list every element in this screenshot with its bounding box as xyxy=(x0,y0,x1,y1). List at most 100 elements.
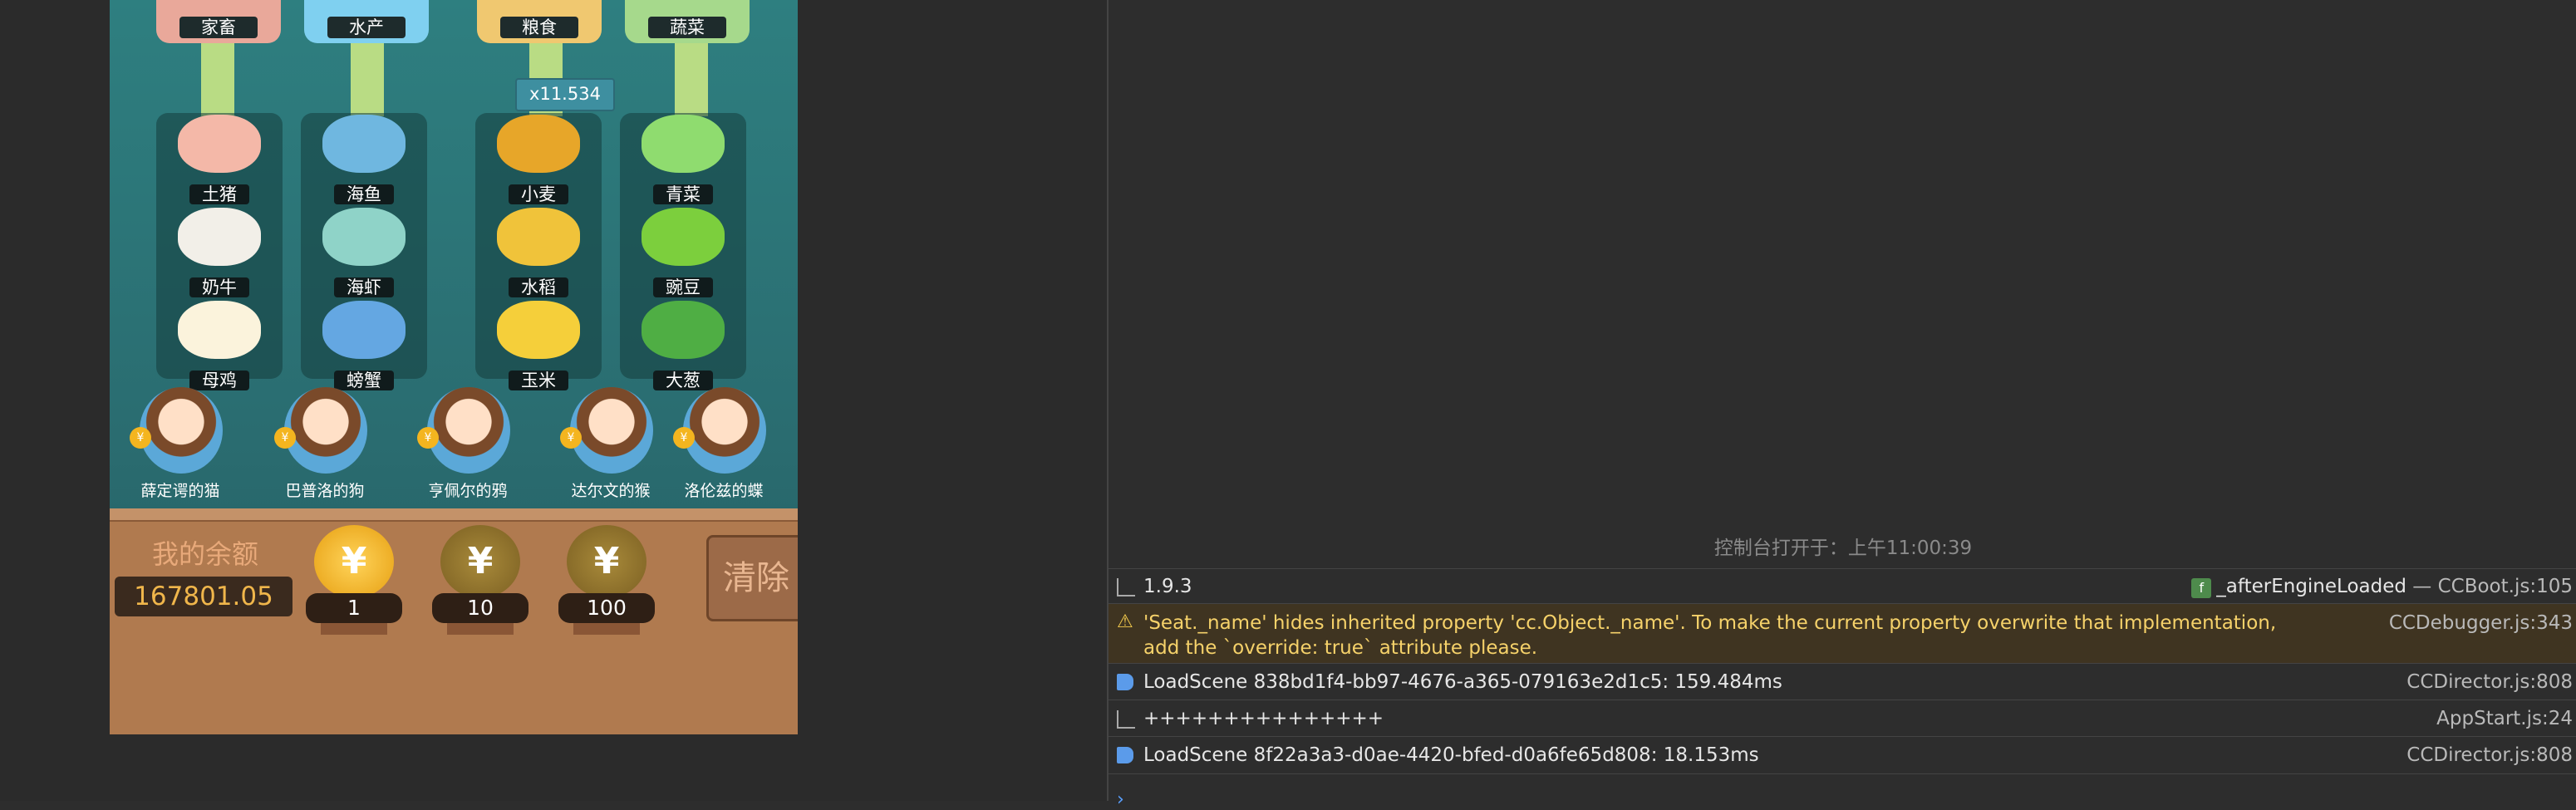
clear-button[interactable]: 清除 xyxy=(706,535,798,621)
info-icon xyxy=(1117,747,1133,763)
rice-icon xyxy=(497,208,580,266)
coin-icon: ¥ xyxy=(417,427,439,449)
pea-icon xyxy=(642,208,725,266)
shrimp-icon xyxy=(322,208,406,266)
chip-value: 1 xyxy=(306,593,402,623)
column-vegetable: 青菜 豌豆 大葱 xyxy=(620,113,746,390)
chip-base xyxy=(321,623,387,635)
yen-coin-icon: ¥ xyxy=(440,525,520,598)
source-link[interactable]: AppStart.js:24 xyxy=(2436,700,2573,737)
console-opened-time: 控制台打开于：上午11:00:39 xyxy=(1713,538,1973,559)
agent-name: 洛伦兹的蝶 xyxy=(684,482,764,500)
agent-2[interactable]: ¥ 巴普洛的狗 xyxy=(254,384,396,507)
console-row[interactable]: 1.9.3 f _afterEngineLoaded — CCBoot.js:10… xyxy=(1109,568,2576,604)
yen-coin-icon: ¥ xyxy=(567,525,646,598)
gap-area xyxy=(798,0,1107,801)
avatar xyxy=(284,387,367,474)
agent-name: 巴普洛的狗 xyxy=(285,482,365,500)
avatar xyxy=(570,387,653,474)
column-aquatic: 海鱼 海虾 螃蟹 xyxy=(301,113,427,390)
avatar xyxy=(683,387,766,474)
category-vegetable[interactable]: 蔬菜 xyxy=(625,0,750,43)
console-row[interactable]: LoadScene 8f22a3a3-d0ae-4420-bfed-d0a6fe… xyxy=(1109,736,2576,774)
source-link[interactable]: — CCBoot.js:105 xyxy=(2412,576,2573,597)
category-label: 蔬菜 xyxy=(648,17,726,38)
source-link[interactable]: CCDirector.js:808 xyxy=(2406,664,2573,700)
category-label: 水产 xyxy=(327,17,406,38)
chip-10[interactable]: ¥ 10 xyxy=(432,525,532,635)
console-message: 'Seat._name' hides inherited property 'c… xyxy=(1143,612,2277,659)
game-canvas[interactable]: 家畜 水产 粮食 蔬菜 x11.534 土猪 奶牛 母鸡 海鱼 海虾 螃蟹 小麦… xyxy=(110,0,798,734)
chip-value: 100 xyxy=(558,593,655,623)
scallion-icon xyxy=(642,301,725,359)
console-message: LoadScene 838bd1f4-bb97-4676-a365-079163… xyxy=(1143,671,1782,693)
category-aquatic[interactable]: 水产 xyxy=(304,0,429,43)
wheat-icon xyxy=(497,115,580,173)
category-grain[interactable]: 粮食 xyxy=(477,0,602,43)
item-pea[interactable]: 豌豆 xyxy=(620,206,746,299)
item-label: 青菜 xyxy=(653,184,713,204)
item-crab[interactable]: 螃蟹 xyxy=(301,299,427,392)
tree-icon xyxy=(1117,578,1135,596)
function-name: _afterEngineLoaded xyxy=(2216,576,2406,597)
console-row[interactable]: +++++++++++++++ AppStart.js:24 xyxy=(1109,700,2576,737)
item-label: 海鱼 xyxy=(334,184,394,204)
item-label: 豌豆 xyxy=(653,277,713,297)
agent-5[interactable]: ¥ 洛伦兹的蝶 xyxy=(653,384,794,507)
devtools-console[interactable]: 控制台打开于：上午11:00:39 1.9.3 f _afterEngineLoa… xyxy=(1107,0,2576,810)
item-corn[interactable]: 玉米 xyxy=(475,299,602,392)
left-gutter xyxy=(0,0,110,801)
agent-1[interactable]: ¥ 薛定谔的猫 xyxy=(110,384,251,507)
console-row[interactable]: LoadScene 838bd1f4-bb97-4676-a365-079163… xyxy=(1109,663,2576,700)
source-link[interactable]: CCDebugger.js:343 xyxy=(2389,611,2573,636)
item-rice[interactable]: 水稻 xyxy=(475,206,602,299)
multiplier-badge: x11.534 xyxy=(515,78,615,111)
balance-value: 167801.05 xyxy=(115,577,293,616)
balance-label: 我的余额 xyxy=(151,538,258,570)
console-prompt-icon[interactable]: › xyxy=(1117,789,1124,810)
item-bokchoy[interactable]: 青菜 xyxy=(620,113,746,206)
corn-icon xyxy=(497,301,580,359)
agent-3[interactable]: ¥ 亨佩尔的鸦 xyxy=(397,384,538,507)
source-link[interactable]: CCDirector.js:808 xyxy=(2406,737,2573,773)
avatar xyxy=(427,387,510,474)
coin-icon: ¥ xyxy=(673,427,695,449)
category-label: 家畜 xyxy=(179,17,258,38)
fish-icon xyxy=(322,115,406,173)
coin-icon: ¥ xyxy=(130,427,151,449)
cow-icon xyxy=(178,208,261,266)
chip-base xyxy=(447,623,514,635)
tree-icon xyxy=(1117,710,1135,729)
column-livestock: 土猪 奶牛 母鸡 xyxy=(156,113,283,390)
wallet-panel: 我的余额 167801.05 ¥ 1 ¥ 10 ¥ 100 清除 xyxy=(110,508,798,734)
chip-1[interactable]: ¥ 1 xyxy=(306,525,406,635)
item-scallion[interactable]: 大葱 xyxy=(620,299,746,392)
console-message: LoadScene 8f22a3a3-d0ae-4420-bfed-d0a6fe… xyxy=(1143,744,1759,766)
column-grain: 小麦 水稻 玉米 xyxy=(475,113,602,390)
item-fish[interactable]: 海鱼 xyxy=(301,113,427,206)
info-icon xyxy=(1117,674,1133,690)
item-shrimp[interactable]: 海虾 xyxy=(301,206,427,299)
panel-rail xyxy=(110,508,798,522)
item-cow[interactable]: 奶牛 xyxy=(156,206,283,299)
console-message: 1.9.3 xyxy=(1143,576,1192,597)
hen-icon xyxy=(178,301,261,359)
chip-100[interactable]: ¥ 100 xyxy=(558,525,658,635)
item-wheat[interactable]: 小麦 xyxy=(475,113,602,206)
chip-base xyxy=(573,623,640,635)
crab-icon xyxy=(322,301,406,359)
avatar xyxy=(140,387,223,474)
item-pig[interactable]: 土猪 xyxy=(156,113,283,206)
category-livestock[interactable]: 家畜 xyxy=(156,0,281,43)
item-label: 海虾 xyxy=(334,277,394,297)
pig-icon xyxy=(178,115,261,173)
category-label: 粮食 xyxy=(500,17,578,38)
console-row-warning[interactable]: ⚠ 'Seat._name' hides inherited property … xyxy=(1109,603,2576,664)
item-label: 小麦 xyxy=(509,184,568,204)
warning-icon: ⚠ xyxy=(1117,611,1133,632)
item-label: 土猪 xyxy=(189,184,249,204)
console-source[interactable]: f _afterEngineLoaded — CCBoot.js:105 xyxy=(2191,569,2573,604)
yen-coin-icon: ¥ xyxy=(314,525,394,598)
chip-value: 10 xyxy=(432,593,528,623)
item-hen[interactable]: 母鸡 xyxy=(156,299,283,392)
